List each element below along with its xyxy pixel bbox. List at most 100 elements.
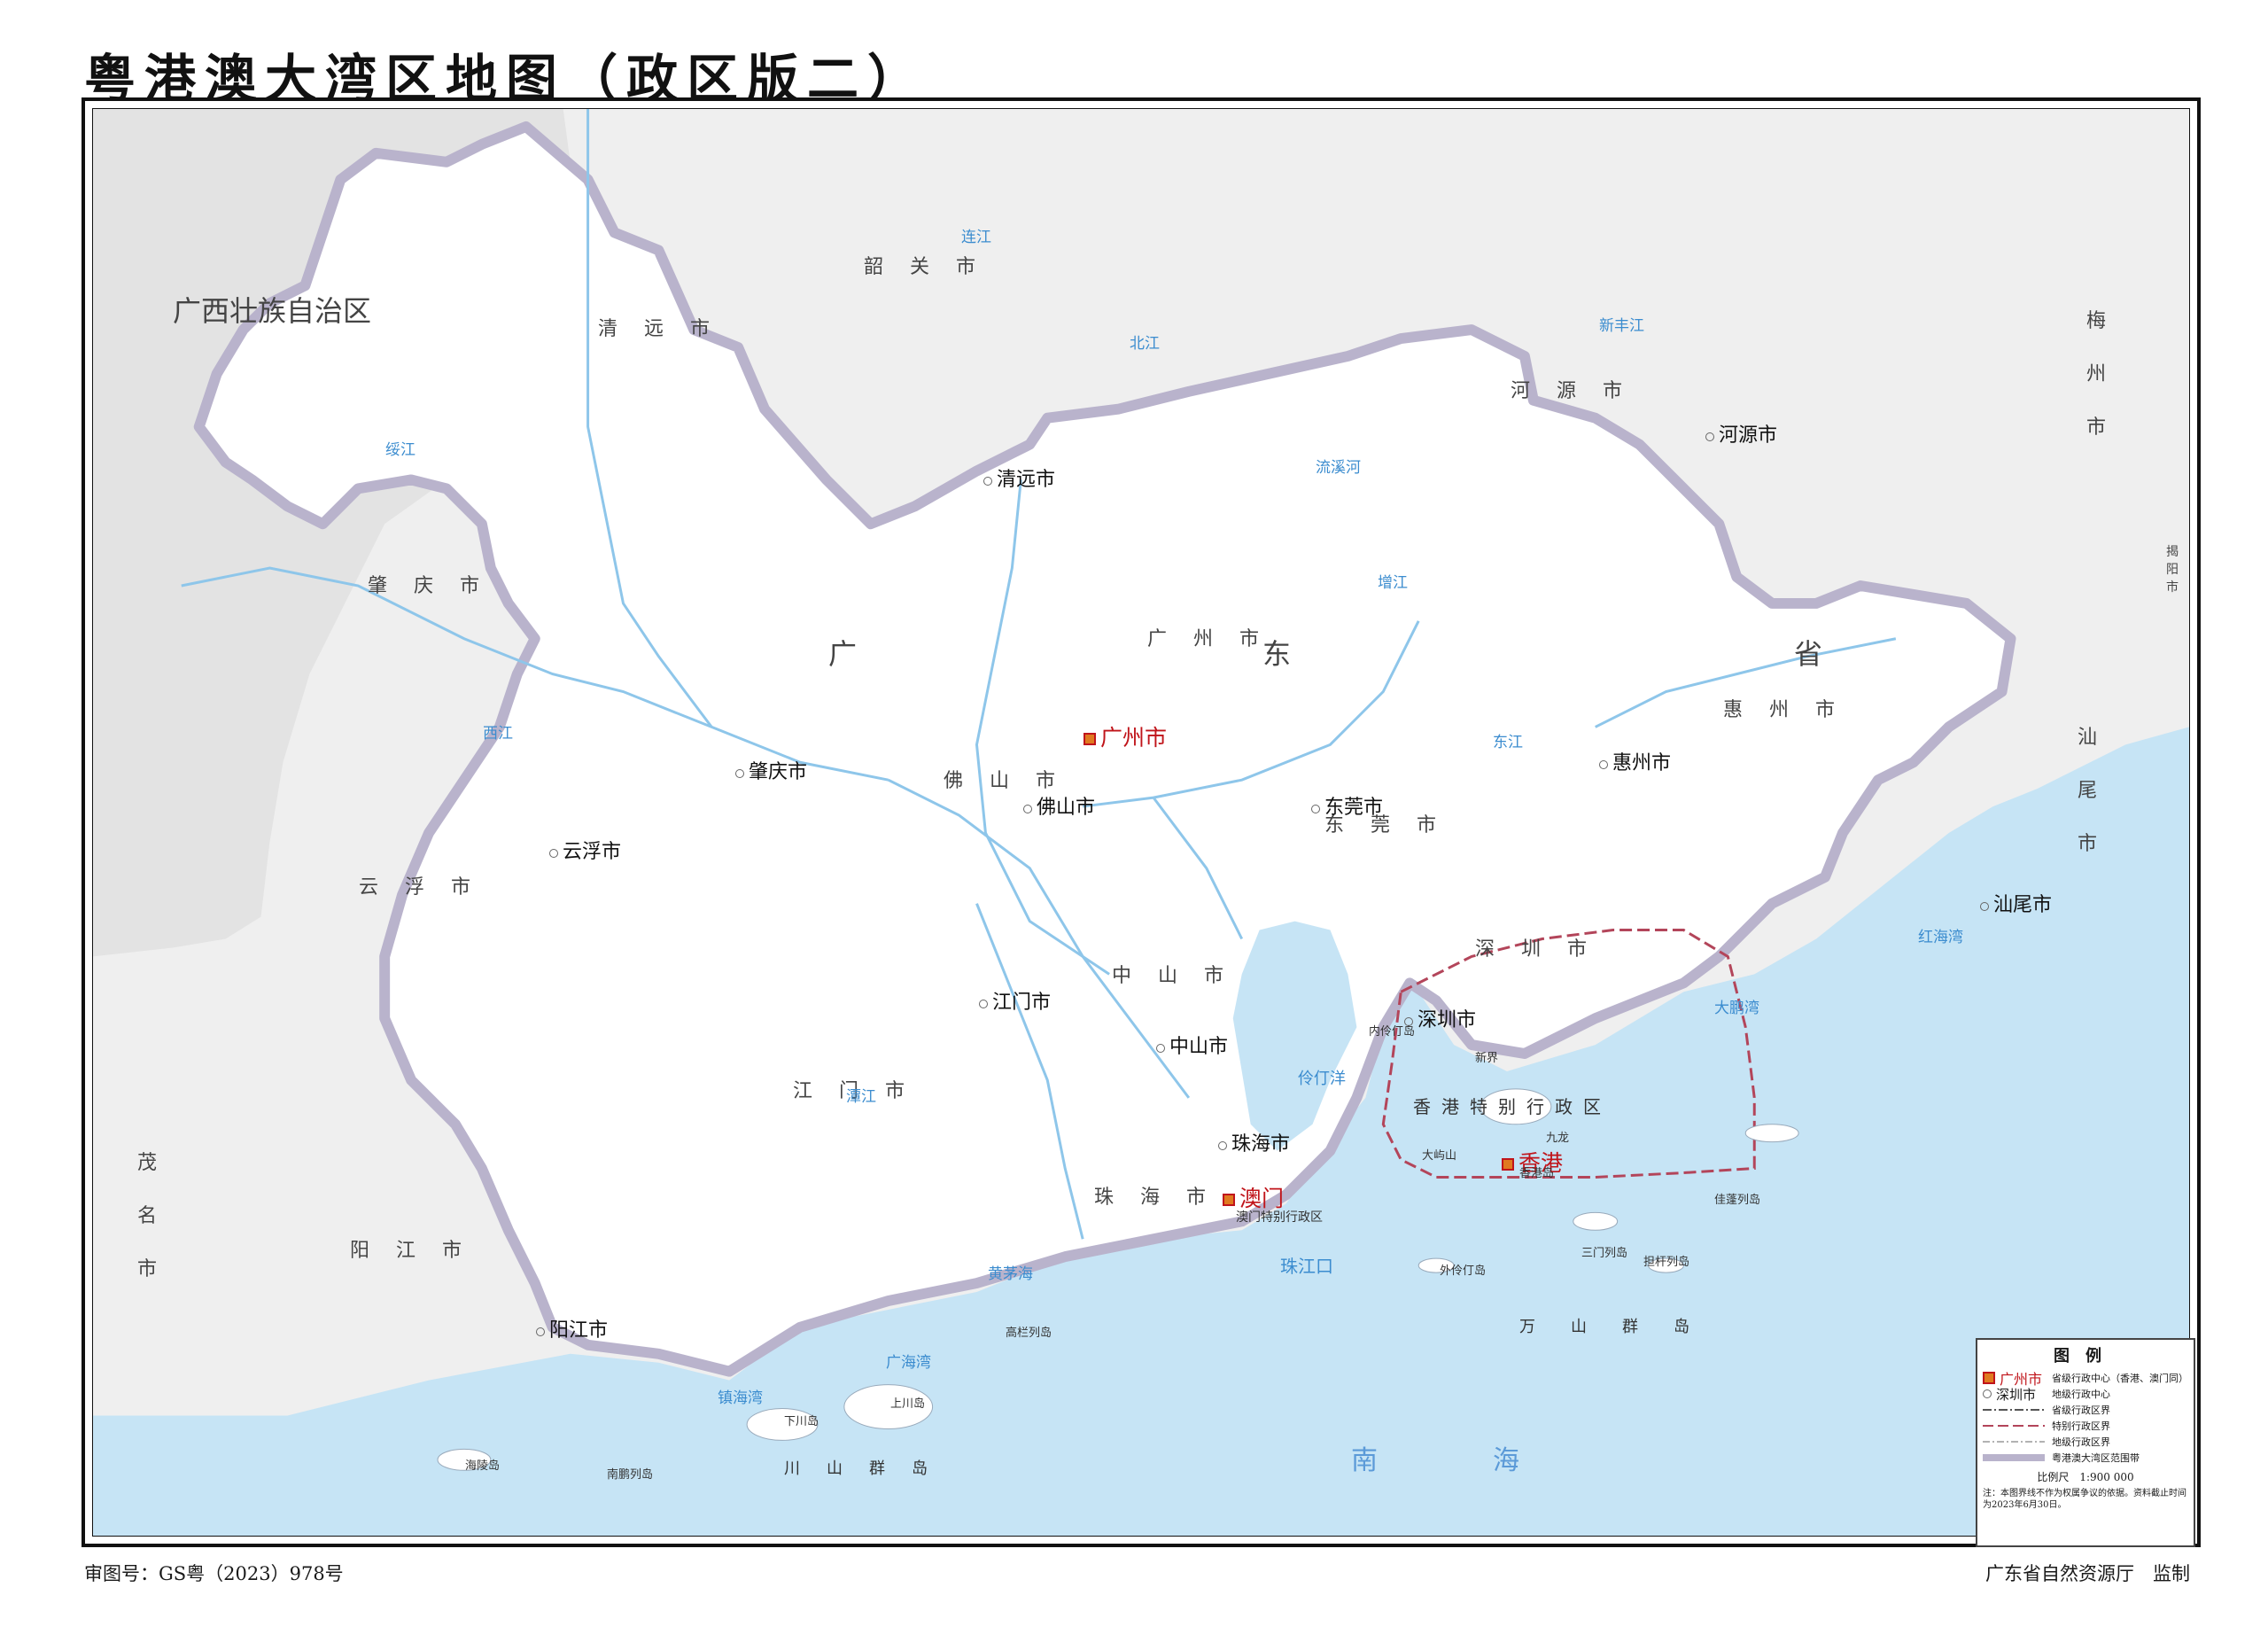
province-boundary-icon xyxy=(1983,1409,2045,1411)
hk-subarea-label: 香港岛 xyxy=(1519,1167,1555,1180)
island-label: 海陵岛 xyxy=(465,1459,501,1473)
island-label: 高栏列岛 xyxy=(1006,1327,1052,1340)
city-marker: 中山市 xyxy=(1156,1031,1228,1059)
city-marker: 阳江市 xyxy=(536,1314,608,1342)
map-svg xyxy=(93,109,2189,1536)
legend-row: 地级行政区界 xyxy=(1983,1434,2188,1450)
city-marker-icon xyxy=(983,477,992,486)
hk-subarea-label: 新界 xyxy=(1475,1052,1499,1065)
water-label: 红海湾 xyxy=(1918,929,1963,946)
map-frame: 广西壮族自治区 广 东 省 韶关市 清远市 河源市 梅州市 肇庆市 广州市 惠州… xyxy=(82,97,2201,1547)
region-label: 佛山市 xyxy=(944,770,1083,792)
city-marker-icon xyxy=(1980,902,1989,911)
region-label: 韶关市 xyxy=(864,256,1003,278)
river-label: 潭江 xyxy=(846,1088,876,1106)
map-canvas: 广西壮族自治区 广 东 省 韶关市 清远市 河源市 梅州市 肇庆市 广州市 惠州… xyxy=(92,108,2190,1537)
city-marker: 清远市 xyxy=(983,463,1055,492)
river-label: 东江 xyxy=(1493,734,1523,751)
legend-symbol xyxy=(1983,1438,2052,1445)
prefecture-boundary-icon xyxy=(1983,1441,2045,1443)
water-label: 镇海湾 xyxy=(718,1389,763,1407)
legend-symbol xyxy=(1983,1422,2052,1429)
city-marker-icon xyxy=(549,849,558,858)
island-label: 担杆列岛 xyxy=(1643,1256,1690,1269)
supervisor-credit: 广东省自然资源厅 监制 xyxy=(1985,1563,2190,1584)
region-label: 揭阳市 xyxy=(2166,545,2179,595)
sea-label-south-china-sea: 南海 xyxy=(1351,1445,1635,1476)
region-label: 河源市 xyxy=(1511,380,1650,402)
legend-row: 特别行政区界 xyxy=(1983,1418,2188,1434)
river-label: 北江 xyxy=(1130,335,1160,353)
region-label: 广州市 xyxy=(1147,628,1286,650)
city-marker: 云浮市 xyxy=(549,836,621,864)
city-marker-icon xyxy=(1705,432,1714,441)
city-marker: 深圳市 xyxy=(1404,1004,1476,1032)
region-label: 深圳市 xyxy=(1475,938,1614,961)
legend-symbol: 深圳市 xyxy=(1983,1385,2052,1404)
river-label: 增江 xyxy=(1378,574,1408,592)
legend-symbol xyxy=(1983,1452,2052,1463)
region-label: 云浮市 xyxy=(359,876,498,899)
sar-boundary-icon xyxy=(1983,1425,2045,1427)
capital-marker-icon xyxy=(1223,1194,1235,1206)
city-marker-icon xyxy=(735,769,744,778)
capital-marker-icon xyxy=(1983,1372,1995,1384)
city-marker: 佛山市 xyxy=(1023,791,1095,820)
province-label-guangdong-3: 省 xyxy=(1794,637,1823,671)
water-label: 黄茅海 xyxy=(988,1265,1033,1283)
region-label: 珠海市 xyxy=(1094,1187,1233,1209)
hk-subarea-label: 九龙 xyxy=(1546,1132,1570,1145)
capital-guangzhou: 广州市 xyxy=(1084,720,1167,752)
city-marker-icon xyxy=(1983,1389,1992,1398)
river-label: 流溪河 xyxy=(1316,459,1361,477)
legend-row: 广州市 省级行政中心（香港、澳门同） xyxy=(1983,1370,2188,1388)
city-marker-icon xyxy=(979,1000,988,1008)
city-marker: 河源市 xyxy=(1705,419,1777,447)
island-label: 佳蓬列岛 xyxy=(1714,1194,1761,1207)
city-marker: 珠海市 xyxy=(1218,1128,1290,1156)
city-marker: 东莞市 xyxy=(1311,791,1383,820)
approval-number: 审图号：GS粤（2023）978号 xyxy=(84,1563,344,1584)
map-legend: 图例 广州市 省级行政中心（香港、澳门同） 深圳市 地级行政中心 省级行政区界 … xyxy=(1976,1338,2195,1547)
water-label: 大鹏湾 xyxy=(1714,1000,1759,1017)
macau-sar-label: 澳门特别行政区 xyxy=(1236,1210,1323,1225)
water-label: 珠江口 xyxy=(1280,1256,1333,1277)
legend-title: 图例 xyxy=(2054,1347,2117,1366)
city-marker: 肇庆市 xyxy=(735,756,807,784)
capital-marker-icon xyxy=(1502,1158,1514,1171)
hk-subarea-label: 大屿山 xyxy=(1422,1149,1457,1163)
city-marker: 惠州市 xyxy=(1599,747,1671,775)
city-marker: 汕尾市 xyxy=(1980,889,2052,917)
legend-row: 粤港澳大湾区范围带 xyxy=(1983,1450,2188,1466)
water-label: 伶仃洋 xyxy=(1298,1070,1346,1088)
river-label: 绥江 xyxy=(385,441,416,459)
island-label: 万山群岛 xyxy=(1519,1318,1725,1336)
capital-marker-icon xyxy=(1084,733,1096,745)
legend-row: 省级行政区界 xyxy=(1983,1402,2188,1418)
legend-note: 注：本图界线不作为权属争议的依据。资料截止时间为2023年6月30日。 xyxy=(1983,1489,2186,1510)
island-label: 南鹏列岛 xyxy=(607,1468,654,1482)
island-label: 内伶仃岛 xyxy=(1369,1025,1416,1039)
region-label: 中山市 xyxy=(1112,965,1251,987)
river-label: 连江 xyxy=(961,229,991,246)
province-label-guangxi: 广西壮族自治区 xyxy=(173,286,371,336)
region-label: 肇庆市 xyxy=(368,575,507,597)
legend-scale: 比例尺 1:900 000 xyxy=(2037,1471,2134,1483)
region-label: 惠州市 xyxy=(1723,699,1862,721)
water-label: 广海湾 xyxy=(886,1354,931,1372)
region-label: 茂名市 xyxy=(137,1152,184,1280)
bay-area-band-icon xyxy=(1983,1454,2045,1461)
hk-sar-label: 香港特别行政区 xyxy=(1413,1096,1612,1117)
capital-name: 广州市 xyxy=(1100,725,1168,751)
city-marker-icon xyxy=(1156,1044,1165,1053)
city-marker: 江门市 xyxy=(979,986,1051,1015)
region-label: 梅州市 xyxy=(2086,310,2133,439)
legend-row: 深圳市 地级行政中心 xyxy=(1983,1385,2188,1404)
legend-symbol xyxy=(1983,1406,2052,1413)
river-label: 新丰江 xyxy=(1599,317,1644,335)
region-label: 阳江市 xyxy=(350,1240,489,1262)
city-marker-icon xyxy=(536,1327,545,1336)
city-marker-icon xyxy=(1218,1141,1227,1150)
city-marker-icon xyxy=(1023,805,1032,813)
region-label: 清远市 xyxy=(598,318,737,340)
